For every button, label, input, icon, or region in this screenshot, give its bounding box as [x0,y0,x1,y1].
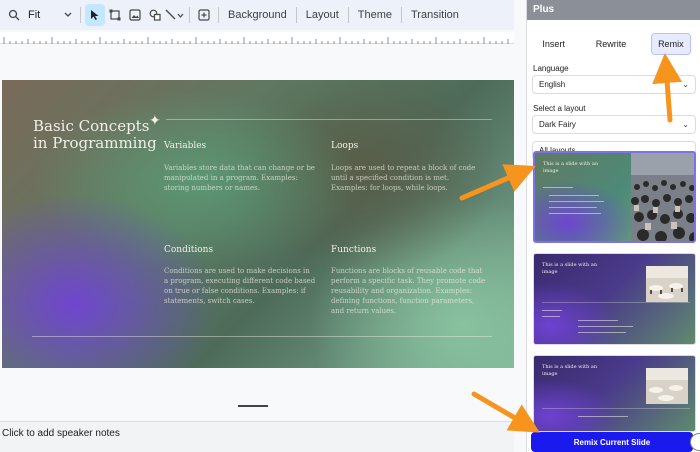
slide-divider-bottom [32,336,492,337]
thumbnail-photo [646,368,688,404]
layout-select[interactable]: Dark Fairy ⌄ [532,115,696,134]
horizontal-ruler[interactable] [0,32,514,44]
topic-heading[interactable]: Variables [164,141,206,151]
search-icon[interactable] [4,4,24,26]
chevron-down-icon [64,12,72,17]
speaker-notes[interactable]: Click to add speaker notes [0,421,514,452]
chevron-down-icon: ⌄ [682,120,689,129]
zoom-value: Fit [28,9,41,21]
layout-thumbnail[interactable]: This is a slide with an image [533,355,696,432]
topic-heading[interactable]: Conditions [164,245,213,255]
thumbnail-title: This is a slide with an image [543,161,599,174]
toolbar-divider [218,7,219,23]
layout-label: Select a layout [533,104,586,113]
layout-button[interactable]: Layout [301,9,344,21]
language-value: English [539,80,566,89]
line-icon[interactable] [165,4,185,26]
topic-body[interactable]: Functions are blocks of reusable code th… [331,266,487,316]
current-slide[interactable]: Basic Concepts in Programming ✦ Variable… [2,80,514,368]
theme-button[interactable]: Theme [353,9,397,21]
chevron-down-icon: ⌄ [682,80,689,89]
image-icon[interactable] [125,4,145,26]
sparkle-icon: ✦ [149,112,161,128]
topic-heading[interactable]: Functions [331,245,376,255]
editor-toolbar: Fit Background Layout Theme Transition [0,0,514,30]
panel-tabs: Insert Rewrite Remix [527,20,700,58]
toolbar-divider [295,7,297,23]
page-break-indicator [238,405,268,407]
add-comment-icon[interactable] [194,4,214,26]
topic-body[interactable]: Variables store data that can change or … [164,163,316,193]
language-select[interactable]: English ⌄ [532,75,696,94]
shape-icon[interactable] [145,4,165,26]
tab-rewrite[interactable]: Rewrite [590,34,633,54]
background-button[interactable]: Background [223,9,292,21]
layout-thumbnail[interactable]: This is a slide with an image [533,151,696,243]
toolbar-divider [80,7,81,23]
thumbnail-photo [646,266,688,302]
panel-title: Plus [527,0,700,20]
select-frame-icon[interactable] [105,4,125,26]
cursor-icon[interactable] [85,4,105,26]
slide-canvas: Basic Concepts in Programming ✦ Variable… [0,45,514,420]
slide-divider-top [166,119,492,120]
layout-value: Dark Fairy [539,120,576,129]
topic-body[interactable]: Loops are used to repeat a block of code… [331,163,487,193]
zoom-select[interactable]: Fit [24,9,76,21]
thumbnail-title: This is a slide with an image [542,262,598,275]
tab-remix[interactable]: Remix [651,33,691,55]
remix-current-slide-button[interactable]: Remix Current Slide [531,432,693,452]
topic-heading[interactable]: Loops [331,141,358,151]
tab-insert[interactable]: Insert [536,34,571,54]
thumbnail-title: This is a slide with an image [542,364,598,377]
toolbar-divider [347,7,349,23]
language-label: Language [533,64,569,73]
toolbar-divider [189,7,190,23]
toolbar-divider [401,7,402,23]
thumbnail-photo [631,153,694,241]
topic-body[interactable]: Conditions are used to make decisions in… [164,266,316,306]
slide-title[interactable]: Basic Concepts in Programming [33,118,163,152]
plus-panel: Plus Insert Rewrite Remix Language Engli… [526,0,700,452]
transition-button[interactable]: Transition [406,9,464,21]
layout-thumbnail[interactable]: This is a slide with an image [533,253,696,345]
